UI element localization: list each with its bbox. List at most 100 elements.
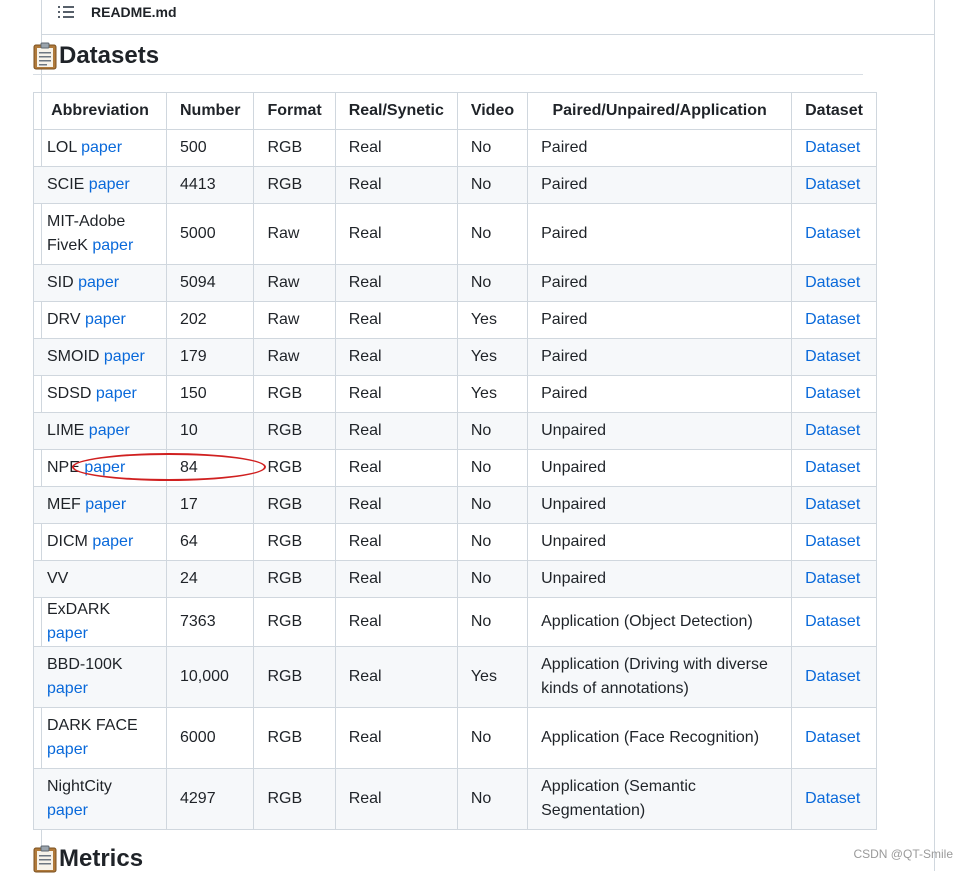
- abbreviation-cell: LOL paper: [33, 129, 167, 167]
- column-header: Number: [165, 92, 255, 130]
- table-row: DRV paper 202 Raw Real Yes Paired Datase…: [33, 301, 877, 339]
- video-cell: No: [456, 449, 529, 487]
- dataset-link[interactable]: Dataset: [805, 139, 860, 156]
- paper-link[interactable]: paper: [47, 625, 88, 642]
- column-header: Real/Synetic: [334, 92, 458, 130]
- paper-link[interactable]: paper: [47, 802, 88, 819]
- abbreviation-cell: SMOID paper: [33, 338, 167, 376]
- paper-link[interactable]: paper: [92, 533, 133, 550]
- video-cell: No: [456, 560, 529, 598]
- paper-link[interactable]: paper: [47, 680, 88, 697]
- number-cell: 84: [165, 449, 255, 487]
- dataset-link[interactable]: Dataset: [805, 613, 860, 630]
- table-row: MIT-Adobe FiveK paper 5000 Raw Real No Pa…: [33, 203, 877, 265]
- abbreviation-cell: MIT-Adobe FiveK paper: [33, 203, 167, 265]
- abbreviation-cell: DARK FACE paper: [33, 707, 167, 769]
- dataset-link[interactable]: Dataset: [805, 729, 860, 746]
- number-cell: 150: [165, 375, 255, 413]
- format-cell: RGB: [253, 523, 336, 561]
- video-cell: Yes: [456, 338, 529, 376]
- dataset-link[interactable]: Dataset: [805, 570, 860, 587]
- dataset-link[interactable]: Dataset: [805, 311, 860, 328]
- type-cell: Application (Semantic Segmentation): [527, 768, 793, 830]
- format-cell: Raw: [253, 264, 336, 302]
- dataset-link[interactable]: Dataset: [805, 176, 860, 193]
- format-cell: Raw: [253, 338, 336, 376]
- type-cell: Unpaired: [527, 523, 793, 561]
- format-cell: RGB: [253, 707, 336, 769]
- real-cell: Real: [334, 646, 458, 708]
- table-row: SMOID paper 179 Raw Real Yes Paired Data…: [33, 338, 877, 376]
- file-header: README.md: [42, 0, 934, 35]
- dataset-link[interactable]: Dataset: [805, 274, 860, 291]
- table-row: VV 24 RGB Real No Unpaired Dataset: [33, 560, 877, 598]
- number-cell: 4413: [165, 166, 255, 204]
- dataset-link[interactable]: Dataset: [805, 385, 860, 402]
- real-cell: Real: [334, 768, 458, 830]
- video-cell: No: [456, 486, 529, 524]
- column-header: Format: [253, 92, 336, 130]
- number-cell: 10: [165, 412, 255, 450]
- dataset-cell: Dataset: [791, 486, 877, 524]
- paper-link[interactable]: paper: [92, 237, 133, 254]
- video-cell: No: [456, 129, 529, 167]
- dataset-link[interactable]: Dataset: [805, 348, 860, 365]
- paper-link[interactable]: paper: [84, 459, 125, 476]
- real-cell: Real: [334, 560, 458, 598]
- table-row: SDSD paper 150 RGB Real Yes Paired Datas…: [33, 375, 877, 413]
- video-cell: No: [456, 768, 529, 830]
- paper-link[interactable]: paper: [81, 139, 122, 156]
- format-cell: RGB: [253, 166, 336, 204]
- number-cell: 5094: [165, 264, 255, 302]
- number-cell: 179: [165, 338, 255, 376]
- video-cell: No: [456, 412, 529, 450]
- dataset-link[interactable]: Dataset: [805, 668, 860, 685]
- real-cell: Real: [334, 486, 458, 524]
- dataset-cell: Dataset: [791, 338, 877, 376]
- paper-link[interactable]: paper: [96, 385, 137, 402]
- real-cell: Real: [334, 375, 458, 413]
- watermark: CSDN @QT-Smile: [853, 847, 953, 861]
- paper-link[interactable]: paper: [78, 274, 119, 291]
- paper-link[interactable]: paper: [85, 496, 126, 513]
- paper-link[interactable]: paper: [47, 741, 88, 758]
- type-cell: Application (Driving with diverse kinds o…: [527, 646, 793, 708]
- format-cell: RGB: [253, 129, 336, 167]
- dataset-cell: Dataset: [791, 646, 877, 708]
- list-icon[interactable]: [58, 5, 76, 19]
- dataset-link[interactable]: Dataset: [805, 422, 860, 439]
- format-cell: RGB: [253, 768, 336, 830]
- dataset-cell: Dataset: [791, 449, 877, 487]
- type-cell: Unpaired: [527, 560, 793, 598]
- table-header-row: Abbreviation Number Format Real/Synetic …: [33, 92, 877, 130]
- format-cell: RGB: [253, 412, 336, 450]
- real-cell: Real: [334, 203, 458, 265]
- number-cell: 17: [165, 486, 255, 524]
- number-cell: 64: [165, 523, 255, 561]
- table-row: DICM paper 64 RGB Real No Unpaired Datas…: [33, 523, 877, 561]
- metrics-heading-text: Metrics: [59, 845, 144, 872]
- abbreviation-cell: SDSD paper: [33, 375, 167, 413]
- dataset-link[interactable]: Dataset: [805, 533, 860, 550]
- real-cell: Real: [334, 301, 458, 339]
- paper-link[interactable]: paper: [104, 348, 145, 365]
- format-cell: RGB: [253, 486, 336, 524]
- dataset-cell: Dataset: [791, 166, 877, 204]
- dataset-link[interactable]: Dataset: [805, 225, 860, 242]
- paper-link[interactable]: paper: [85, 311, 126, 328]
- real-cell: Real: [334, 129, 458, 167]
- paper-link[interactable]: paper: [89, 422, 130, 439]
- dataset-link[interactable]: Dataset: [805, 790, 860, 807]
- table-row: LIME paper 10 RGB Real No Unpaired Datas…: [33, 412, 877, 450]
- paper-link[interactable]: paper: [89, 176, 130, 193]
- dataset-link[interactable]: Dataset: [805, 459, 860, 476]
- dataset-link[interactable]: Dataset: [805, 496, 860, 513]
- real-cell: Real: [334, 264, 458, 302]
- number-cell: 6000: [165, 707, 255, 769]
- format-cell: Raw: [253, 301, 336, 339]
- video-cell: No: [456, 166, 529, 204]
- datasets-table: Abbreviation Number Format Real/Synetic …: [33, 92, 877, 830]
- format-cell: RGB: [253, 560, 336, 598]
- column-header: Video: [456, 92, 529, 130]
- abbreviation-cell: SID paper: [33, 264, 167, 302]
